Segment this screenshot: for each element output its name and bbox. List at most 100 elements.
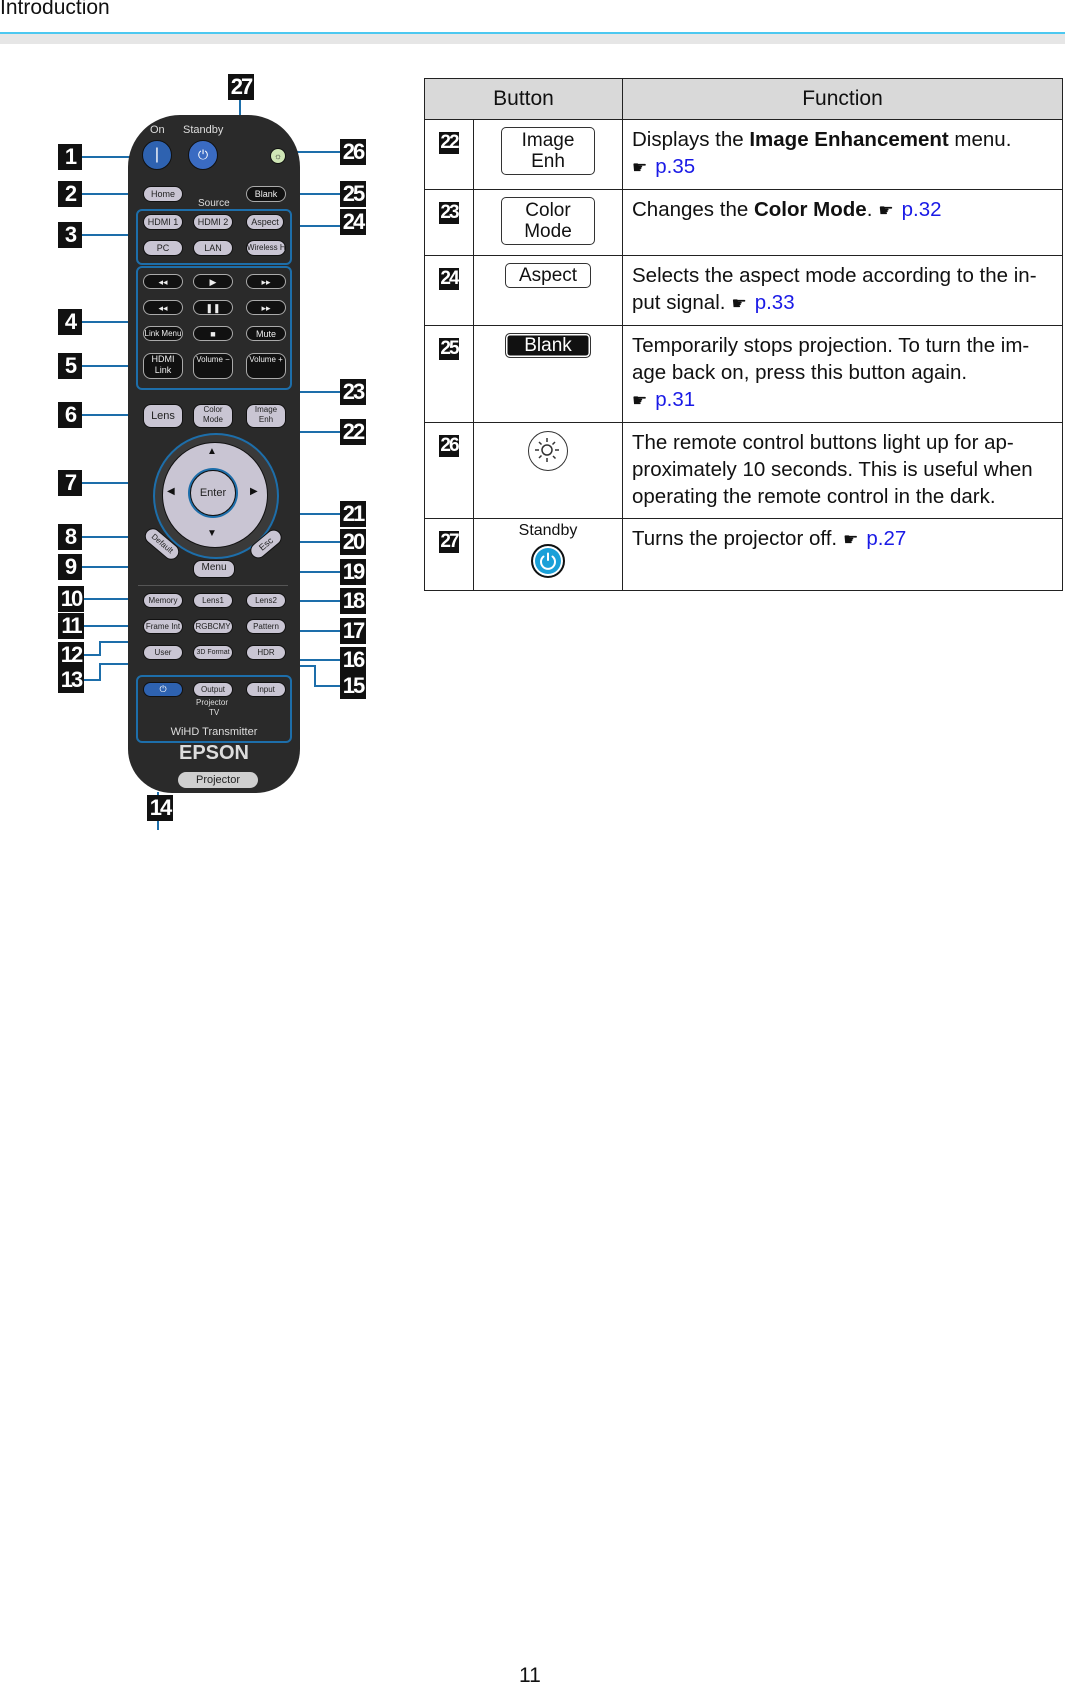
callout-22: 22 <box>340 419 366 445</box>
table-row: 24 Aspect Selects the aspect mode accord… <box>424 255 1063 326</box>
callout-25: 25 <box>340 181 366 207</box>
mute-button[interactable]: Mute <box>246 326 286 341</box>
callout-11: 11 <box>58 613 84 639</box>
hand-pointer-icon: ☛ <box>632 158 648 177</box>
page-reference-link[interactable]: p.33 <box>755 291 795 314</box>
callout-17: 17 <box>340 618 366 644</box>
hdmi-link-button[interactable]: HDMI Link <box>143 353 183 379</box>
desc-text: Selects the aspect mode according to the… <box>632 264 1037 314</box>
illumination-icon <box>528 431 568 471</box>
callout-14: 14 <box>147 795 173 821</box>
wireless-hd-button[interactable]: Wireless HD <box>246 240 286 256</box>
3d-format-button[interactable]: 3D Format <box>193 645 233 660</box>
illumination-button[interactable]: ☼ <box>270 148 286 164</box>
callout-19: 19 <box>340 559 366 585</box>
rgbcmy-button[interactable]: RGBCMY <box>193 619 233 634</box>
callout-15: 15 <box>340 673 366 699</box>
callout-24: 24 <box>340 209 366 235</box>
image-enh-button[interactable]: Image Enh <box>246 404 286 428</box>
callout-9: 9 <box>58 554 82 580</box>
next-button[interactable]: ▸▸ <box>246 300 286 315</box>
remote-illustration: On Standby | ⏻ ☼ Home Blank Source HDMI … <box>0 70 400 830</box>
color-mode-button[interactable]: Color Mode <box>193 404 233 428</box>
standby-label: Standby <box>518 522 578 539</box>
aspect-keycap: Aspect <box>505 263 591 288</box>
down-button[interactable]: ▼ <box>207 528 217 539</box>
callout-26: 26 <box>340 139 366 165</box>
lens2-button[interactable]: Lens2 <box>246 593 286 608</box>
standby-button[interactable]: ⏻ <box>188 140 218 170</box>
section-title: Introduction <box>0 0 110 19</box>
on-button[interactable]: | <box>142 140 172 170</box>
table-row: 23 Color Mode Changes the Color Mode. ☛ p.3… <box>424 189 1063 256</box>
fast-forward-button[interactable]: ▸▸ <box>246 274 286 289</box>
hdr-button[interactable]: HDR <box>246 645 286 660</box>
lan-button[interactable]: LAN <box>193 240 233 256</box>
header-button: Button <box>424 78 623 120</box>
hdmi2-button[interactable]: HDMI 2 <box>193 214 233 230</box>
stop-button[interactable]: ■ <box>193 326 233 341</box>
pc-button[interactable]: PC <box>143 240 183 256</box>
button-function-table: Button Function 22 Image Enh Displays the… <box>424 78 1063 591</box>
desc-text: Displays the <box>632 128 750 151</box>
remote-divider <box>138 585 288 586</box>
hand-pointer-icon: ☛ <box>843 530 859 549</box>
hand-pointer-icon: ☛ <box>731 294 747 313</box>
page-reference-link[interactable]: p.31 <box>655 388 695 411</box>
blank-button[interactable]: Blank <box>246 186 286 202</box>
keycap-line: Image <box>521 130 575 151</box>
hdmi1-button[interactable]: HDMI 1 <box>143 214 183 230</box>
callout-1: 1 <box>58 144 82 170</box>
pattern-button[interactable]: Pattern <box>246 619 286 634</box>
callout-5: 5 <box>58 353 82 379</box>
table-header-row: Button Function <box>424 78 1063 120</box>
aspect-button[interactable]: Aspect <box>246 214 284 230</box>
volume-down-button[interactable]: Volume − <box>193 353 233 379</box>
function-description: Changes the Color Mode. ☛ p.32 <box>622 189 1063 256</box>
volume-up-button[interactable]: Volume + <box>246 353 286 379</box>
callout-12: 12 <box>58 642 84 668</box>
source-label: Source <box>198 198 230 209</box>
table-row: 25 Blank Temporarily stops projection. T… <box>424 325 1063 423</box>
hand-pointer-icon: ☛ <box>878 201 894 220</box>
row-number-badge: 23 <box>439 202 460 224</box>
memory-button[interactable]: Memory <box>143 593 183 608</box>
menu-button[interactable]: Menu <box>193 560 235 578</box>
pause-button[interactable]: ❚❚ <box>193 300 233 315</box>
page-reference-link[interactable]: p.32 <box>902 198 942 221</box>
left-button[interactable]: ◀ <box>167 486 175 497</box>
enter-button[interactable]: Enter <box>190 470 236 516</box>
row-number-badge: 26 <box>439 435 460 457</box>
previous-button[interactable]: ◂◂ <box>143 300 183 315</box>
page-reference-link[interactable]: p.27 <box>866 527 906 550</box>
callout-20: 20 <box>340 529 366 555</box>
desc-text: . <box>866 198 873 221</box>
up-button[interactable]: ▲ <box>207 446 217 457</box>
rewind-button[interactable]: ◂◂ <box>143 274 183 289</box>
lens1-button[interactable]: Lens1 <box>193 593 233 608</box>
callout-6: 6 <box>58 402 82 428</box>
desc-text: Changes the <box>632 198 754 221</box>
play-button[interactable]: ▶ <box>193 274 233 289</box>
output-button[interactable]: Output <box>193 682 233 697</box>
desc-bold: Image Enhancement <box>749 128 949 151</box>
desc-text: menu. <box>948 128 1012 151</box>
home-button[interactable]: Home <box>143 186 183 202</box>
desc-text: Temporarily stops projection. To turn th… <box>632 334 1030 384</box>
function-description: The remote control buttons light up for … <box>622 422 1063 519</box>
right-button[interactable]: ▶ <box>250 486 258 497</box>
callout-23: 23 <box>340 379 366 405</box>
image-enh-keycap: Image Enh <box>501 127 595 175</box>
function-description: Displays the Image Enhancement menu. ☛ p.3… <box>622 119 1063 190</box>
function-description: Temporarily stops projection. To turn th… <box>622 325 1063 423</box>
page-reference-link[interactable]: p.35 <box>655 155 695 178</box>
frame-int-button[interactable]: Frame Int <box>143 619 183 634</box>
link-menu-button[interactable]: Link Menu <box>143 326 183 341</box>
wihd-power-button[interactable]: ⏻ <box>143 682 183 697</box>
callout-7: 7 <box>58 470 82 496</box>
header-band <box>0 34 1065 44</box>
user-button[interactable]: User <box>143 645 183 660</box>
input-button[interactable]: Input <box>246 682 286 697</box>
callout-16: 16 <box>340 647 366 673</box>
lens-button[interactable]: Lens <box>143 404 183 428</box>
